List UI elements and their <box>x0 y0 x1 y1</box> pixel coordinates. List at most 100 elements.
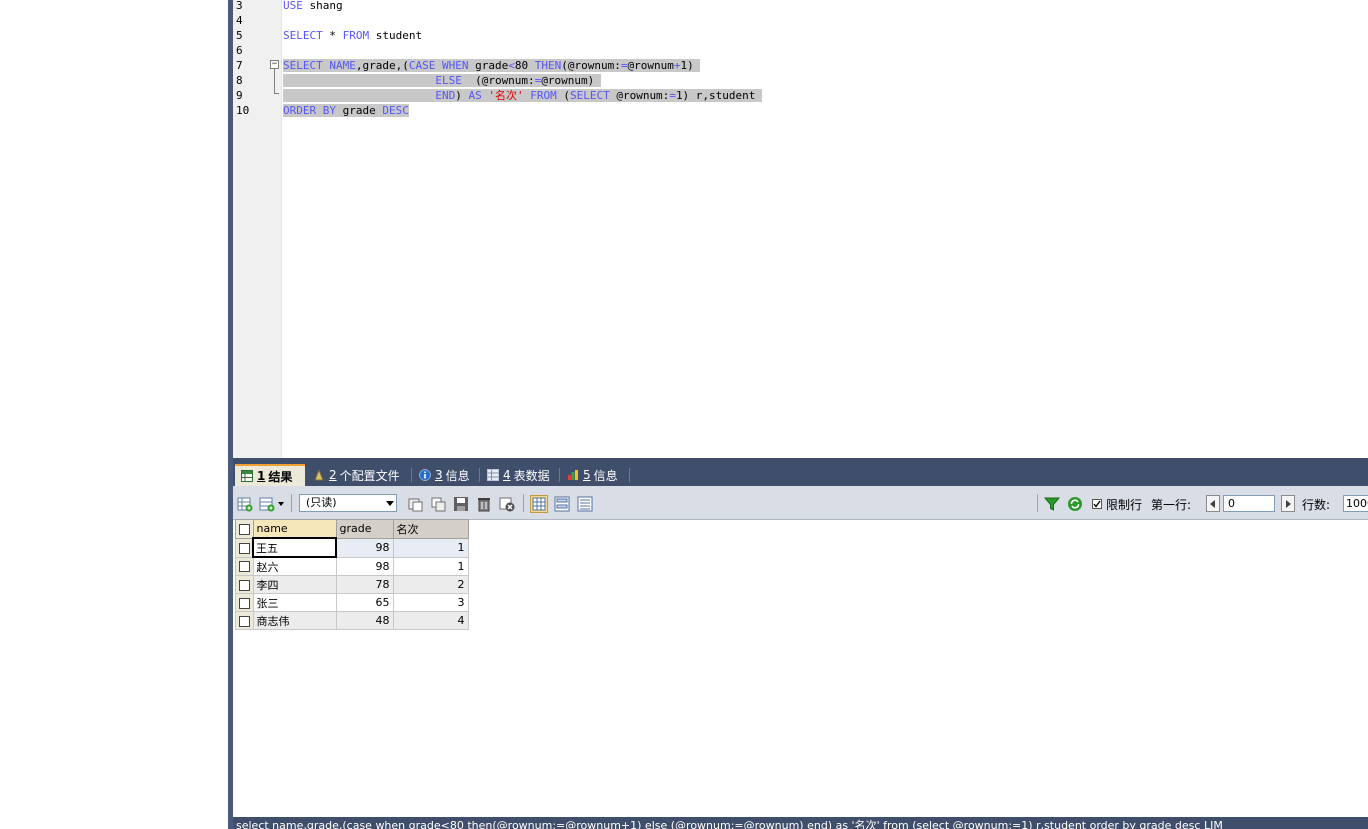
row-checkbox[interactable] <box>238 597 250 609</box>
table-row[interactable]: 赵六 98 1 <box>235 556 469 576</box>
row-count-input[interactable]: 1000 <box>1343 495 1368 512</box>
check-icon <box>1093 500 1101 508</box>
row-count-value: 1000 <box>1346 497 1368 510</box>
gutter-divider <box>281 0 282 458</box>
filter-icon[interactable] <box>1044 496 1060 512</box>
code-text: grade <box>336 104 383 117</box>
line-number: 5 <box>236 29 243 42</box>
code-line-3: USE shang <box>283 0 343 13</box>
keyword: CASE <box>408 59 436 72</box>
table-data-icon <box>487 469 499 481</box>
row-checkbox[interactable] <box>238 542 250 554</box>
status-bar-query: select name,grade,(case when grade<80 th… <box>233 817 1368 829</box>
cell-rank[interactable]: 1 <box>392 556 469 576</box>
table-row[interactable]: 王五 98 1 <box>235 537 469 558</box>
cell-name[interactable]: 李四 <box>252 575 337 594</box>
grid-view-icon[interactable] <box>530 495 548 513</box>
cell-rank[interactable]: 2 <box>392 575 469 594</box>
string-literal: '名次' <box>488 89 524 102</box>
tab-table-data[interactable]: 4 表数据 <box>481 464 559 486</box>
keyword: FROM <box>530 89 557 102</box>
table-row[interactable]: 张三 65 3 <box>235 593 469 612</box>
code-text: 1) r,student <box>675 89 763 102</box>
row-select-cell[interactable] <box>235 537 254 558</box>
cell-grade[interactable]: 65 <box>335 593 394 612</box>
sql-editor[interactable]: 3 4 5 6 7 8 9 10 − USE shang SELECT * FR… <box>233 0 1368 458</box>
operator: < <box>508 59 515 72</box>
insert-row-icon[interactable] <box>259 496 275 512</box>
cell-name[interactable]: 张三 <box>252 593 337 612</box>
cell-grade[interactable]: 78 <box>335 575 394 594</box>
cell-rank[interactable]: 4 <box>392 611 469 630</box>
cell-name[interactable]: 王五 <box>252 537 337 558</box>
line-number: 9 <box>236 89 243 102</box>
cell-name[interactable]: 赵六 <box>252 556 337 576</box>
select-all-cell[interactable] <box>235 519 254 539</box>
keyword: USE <box>283 0 303 12</box>
chevron-down-icon[interactable] <box>278 502 284 506</box>
tab-results[interactable]: 1 结果 <box>235 464 305 486</box>
operator: = <box>669 89 676 102</box>
first-row-prev-button[interactable] <box>1206 495 1220 512</box>
code-text: (@rownum: <box>561 59 621 72</box>
row-select-cell[interactable] <box>235 556 254 576</box>
row-select-cell[interactable] <box>235 611 254 630</box>
duplicate-row-icon[interactable] <box>408 496 424 512</box>
cell-grade[interactable]: 98 <box>335 537 394 558</box>
select-all-checkbox[interactable] <box>238 523 250 535</box>
cell-grade[interactable]: 98 <box>335 556 394 576</box>
code-text: ) <box>455 89 469 102</box>
fold-guide-line <box>274 69 275 94</box>
add-row-icon[interactable] <box>237 496 253 512</box>
row-checkbox[interactable] <box>238 615 250 627</box>
first-row-input[interactable]: 0 <box>1223 495 1275 512</box>
cell-rank[interactable]: 3 <box>392 593 469 612</box>
table-row[interactable]: 李四 78 2 <box>235 575 469 594</box>
text-view-icon[interactable] <box>577 496 593 512</box>
row-select-cell[interactable] <box>235 575 254 594</box>
keyword: WHEN <box>441 59 469 72</box>
fold-collapse-icon[interactable]: − <box>270 60 279 69</box>
info-icon <box>419 469 431 481</box>
code-line-7: SELECT NAME,grade,(CASE WHEN grade<80 TH… <box>283 58 701 73</box>
line-number: 7 <box>236 59 243 72</box>
tab-separator <box>411 468 412 482</box>
profile-icon <box>314 469 324 481</box>
cell-rank[interactable]: 1 <box>392 537 469 558</box>
table-row[interactable]: 商志伟 48 4 <box>235 611 469 630</box>
tab-label: 信息 <box>445 468 470 483</box>
code-text: @rownum <box>627 59 674 72</box>
row-select-cell[interactable] <box>235 593 254 612</box>
read-only-select-value: (只读) <box>306 496 337 509</box>
tab-label: 信息 <box>593 468 618 483</box>
copy-row-icon[interactable] <box>430 496 446 512</box>
cancel-changes-icon[interactable] <box>499 496 515 512</box>
info-chart-icon <box>568 470 578 480</box>
delete-icon[interactable] <box>476 496 492 512</box>
tab-info[interactable]: 3 信息 <box>413 464 479 486</box>
row-checkbox[interactable] <box>238 579 250 591</box>
column-header-name[interactable]: name <box>252 519 337 539</box>
row-checkbox[interactable] <box>238 561 250 573</box>
limit-rows-checkbox[interactable] <box>1092 499 1102 509</box>
cell-name[interactable]: 商志伟 <box>252 611 337 630</box>
tab-number: 1 <box>257 469 266 483</box>
first-row-label: 第一行: <box>1151 498 1192 512</box>
column-header-grade[interactable]: grade <box>335 519 394 539</box>
cell-grade[interactable]: 48 <box>335 611 394 630</box>
first-row-next-button[interactable] <box>1281 495 1295 512</box>
tab-profile[interactable]: 2 个配置文件 <box>307 464 411 486</box>
tab-info-2[interactable]: 5 信息 <box>561 464 627 486</box>
save-icon[interactable] <box>453 496 469 512</box>
keyword: BY <box>322 104 336 117</box>
keyword: SELECT <box>569 89 610 102</box>
code-text: 1) <box>680 59 701 72</box>
read-only-select[interactable]: (只读) <box>299 494 397 512</box>
column-header-rank[interactable]: 名次 <box>392 519 469 539</box>
refresh-icon[interactable] <box>1067 496 1083 512</box>
tab-number: 2 <box>329 468 337 482</box>
result-grid-icon <box>241 470 253 482</box>
code-text: * <box>322 29 343 42</box>
form-view-icon[interactable] <box>554 496 570 512</box>
